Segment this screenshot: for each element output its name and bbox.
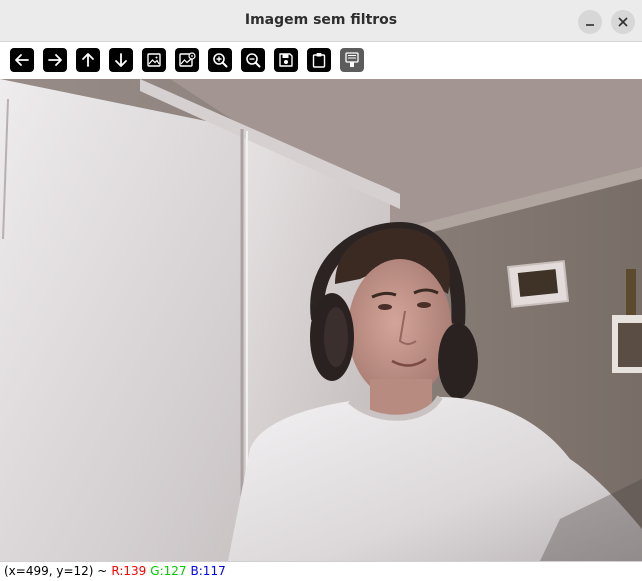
window-title: Imagem sem filtros bbox=[244, 12, 398, 28]
properties-button[interactable] bbox=[340, 48, 364, 72]
pan-up-button[interactable] bbox=[76, 48, 100, 72]
minimize-button[interactable] bbox=[578, 10, 602, 34]
image-icon bbox=[147, 53, 161, 67]
red-value: R:139 bbox=[111, 564, 147, 578]
zoom-fit-button[interactable] bbox=[142, 48, 166, 72]
zoom-out-button[interactable] bbox=[241, 48, 265, 72]
save-button[interactable] bbox=[274, 48, 298, 72]
copy-to-clipboard-button[interactable] bbox=[307, 48, 331, 72]
minimize-icon bbox=[586, 24, 594, 26]
pan-left-button[interactable] bbox=[10, 48, 34, 72]
zoom-out-icon bbox=[246, 53, 261, 68]
image-settings-icon bbox=[179, 52, 196, 67]
close-icon bbox=[618, 17, 628, 27]
clipboard-icon bbox=[312, 53, 326, 68]
pan-down-button[interactable] bbox=[109, 48, 133, 72]
zoom-in-icon bbox=[213, 53, 228, 68]
title-bar: Imagem sem filtros bbox=[0, 0, 642, 42]
close-button[interactable] bbox=[611, 10, 635, 34]
cursor-coordinates: (x=499, y=12) ~ bbox=[4, 564, 108, 578]
toolbar bbox=[0, 42, 642, 79]
properties-icon bbox=[345, 52, 359, 67]
zoom-in-button[interactable] bbox=[208, 48, 232, 72]
arrow-right-icon bbox=[48, 54, 62, 66]
image-settings-button[interactable] bbox=[175, 48, 199, 72]
blue-value: B:117 bbox=[190, 564, 226, 578]
arrow-down-icon bbox=[115, 53, 127, 67]
green-value: G:127 bbox=[150, 564, 187, 578]
save-icon bbox=[279, 53, 293, 67]
arrow-left-icon bbox=[15, 54, 29, 66]
status-bar: (x=499, y=12) ~ R:139 G:127 B:117 bbox=[0, 561, 642, 581]
webcam-image bbox=[0, 79, 642, 561]
pan-right-button[interactable] bbox=[43, 48, 67, 72]
arrow-up-icon bbox=[82, 53, 94, 67]
image-canvas[interactable] bbox=[0, 79, 642, 561]
